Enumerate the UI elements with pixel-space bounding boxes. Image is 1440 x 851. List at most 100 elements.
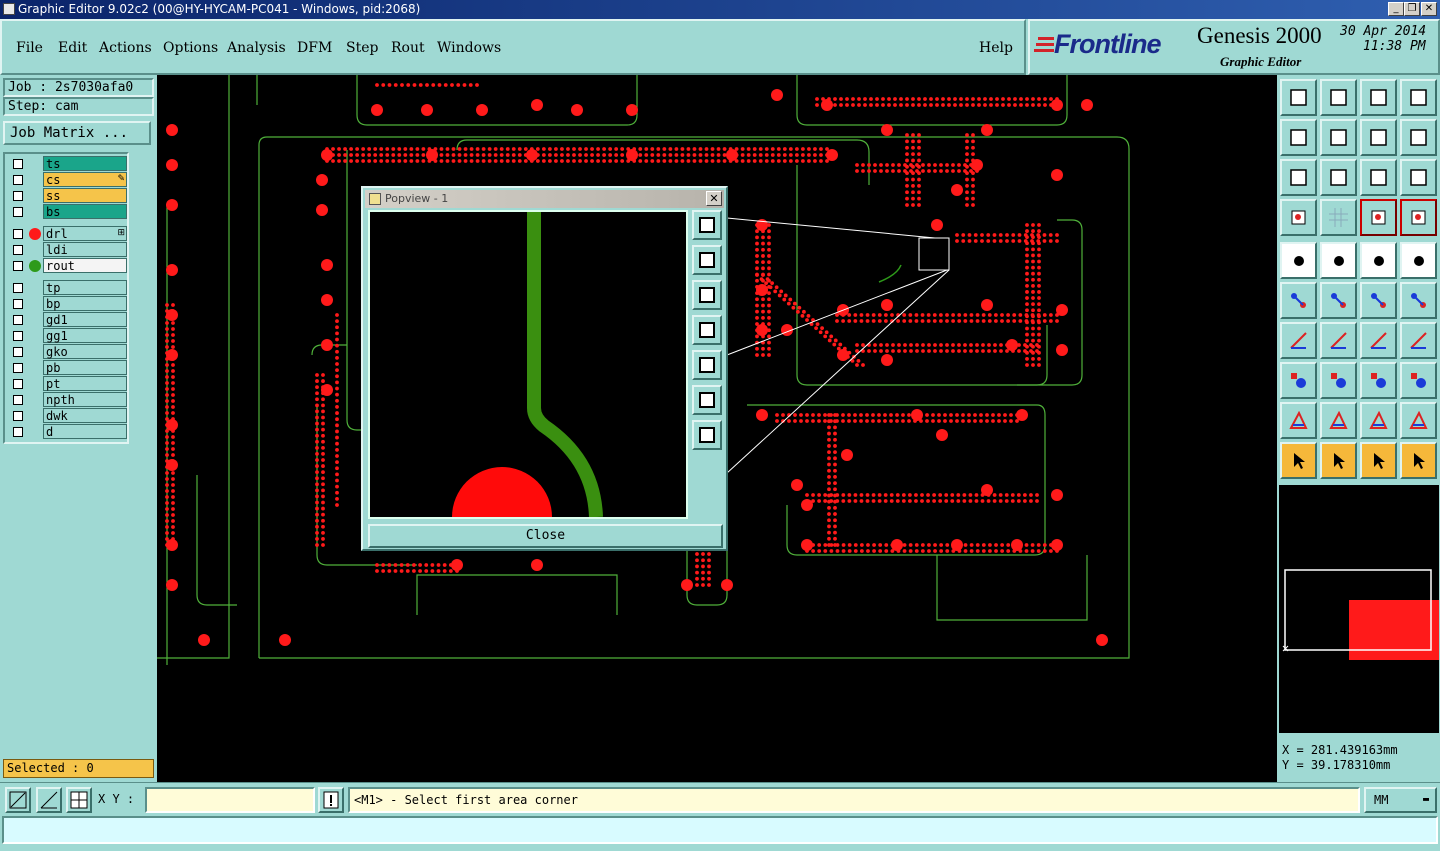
delete-tool-button[interactable] bbox=[1320, 282, 1357, 319]
alert-button[interactable] bbox=[318, 787, 344, 813]
fill-tool-button[interactable] bbox=[1360, 362, 1397, 399]
layer-a-tool-button[interactable] bbox=[1360, 199, 1397, 236]
layer-checkbox[interactable] bbox=[13, 159, 23, 169]
layer-b-tool-button[interactable] bbox=[1400, 199, 1437, 236]
layer-name[interactable]: cs bbox=[43, 172, 127, 187]
layer-name[interactable]: dwk bbox=[43, 408, 127, 423]
menu-rout[interactable]: Rout bbox=[391, 40, 425, 56]
layer-name[interactable]: drl bbox=[43, 226, 127, 241]
center-tool-button[interactable] bbox=[1320, 159, 1357, 196]
menu-help[interactable]: Help bbox=[979, 40, 1013, 56]
pop-zoom-home-button[interactable] bbox=[692, 210, 722, 240]
triangle-b-tool-button[interactable] bbox=[1320, 402, 1357, 439]
layer-name[interactable]: bp bbox=[43, 296, 127, 311]
snap-mode-button[interactable] bbox=[5, 787, 31, 813]
zoom-up-tool-button[interactable] bbox=[1320, 79, 1357, 116]
angle-tool-button[interactable] bbox=[1280, 322, 1317, 359]
ruler-tool-button[interactable] bbox=[1360, 242, 1397, 279]
ratio-tool-button[interactable] bbox=[1360, 159, 1397, 196]
layer-checkbox[interactable] bbox=[13, 347, 23, 357]
layer-row-bp[interactable]: bp bbox=[7, 296, 127, 312]
menu-step[interactable]: Step bbox=[346, 40, 378, 56]
menu-edit[interactable]: Edit bbox=[58, 40, 87, 56]
layer-name[interactable]: gko bbox=[43, 344, 127, 359]
popview-close-button[interactable]: Close bbox=[368, 524, 723, 548]
job-matrix-button[interactable]: Job Matrix ... bbox=[3, 121, 151, 145]
layer-checkbox[interactable] bbox=[13, 175, 23, 185]
snap-tool-button[interactable] bbox=[1280, 242, 1317, 279]
measure-mode-button[interactable] bbox=[36, 787, 62, 813]
layer-checkbox[interactable] bbox=[13, 229, 23, 239]
measure-tool-button[interactable] bbox=[1280, 199, 1317, 236]
xy-input[interactable] bbox=[145, 787, 315, 813]
layer-checkbox[interactable] bbox=[13, 207, 23, 217]
layer-row-ts[interactable]: ts bbox=[7, 156, 127, 172]
layer-row-dwk[interactable]: dwk bbox=[7, 408, 127, 424]
layer-name[interactable]: rout bbox=[43, 258, 127, 273]
layer-row-ldi[interactable]: ldi bbox=[7, 242, 127, 258]
graphic-canvas[interactable]: Popview - 1 ✕ Close bbox=[157, 75, 1277, 782]
pop-pan-right-button[interactable] bbox=[692, 350, 722, 380]
split-tool-button[interactable] bbox=[1320, 362, 1357, 399]
popview-canvas[interactable] bbox=[368, 210, 688, 519]
zoom-house-tool-button[interactable] bbox=[1360, 79, 1397, 116]
overview-map[interactable] bbox=[1279, 485, 1439, 733]
layer-checkbox[interactable] bbox=[13, 411, 23, 421]
layer-row-npth[interactable]: npth bbox=[7, 392, 127, 408]
cluster-tool-button[interactable] bbox=[1400, 362, 1437, 399]
layer-name[interactable]: pt bbox=[43, 376, 127, 391]
menu-options[interactable]: Options bbox=[163, 40, 218, 56]
layer-row-tp[interactable]: tp bbox=[7, 280, 127, 296]
circle-pad-tool-button[interactable] bbox=[1400, 242, 1437, 279]
menu-actions[interactable]: Actions bbox=[99, 40, 152, 56]
layer-row-bs[interactable]: bs bbox=[7, 204, 127, 220]
select-tool-button[interactable] bbox=[1280, 442, 1317, 479]
connect-tool-button[interactable] bbox=[1280, 282, 1317, 319]
pan-right-tool-button[interactable] bbox=[1320, 119, 1357, 156]
layer-checkbox[interactable] bbox=[13, 245, 23, 255]
layer-row-pt[interactable]: pt bbox=[7, 376, 127, 392]
pop-pan-down-button[interactable] bbox=[692, 280, 722, 310]
layer-row-drl[interactable]: drl ⊞ bbox=[7, 226, 127, 242]
maximize-button[interactable]: ❐ bbox=[1404, 2, 1420, 16]
pop-pan-up-button[interactable] bbox=[692, 245, 722, 275]
fit-all-tool-button[interactable] bbox=[1280, 159, 1317, 196]
layer-checkbox[interactable] bbox=[13, 283, 23, 293]
pop-zoom-in-button[interactable] bbox=[692, 385, 722, 415]
layer-name[interactable]: ss bbox=[43, 188, 127, 203]
arc-tool-button[interactable] bbox=[1360, 322, 1397, 359]
layer-name[interactable]: npth bbox=[43, 392, 127, 407]
add-pad-tool-button[interactable] bbox=[1280, 362, 1317, 399]
move-pad-tool-button[interactable] bbox=[1360, 282, 1397, 319]
grid-tool-button[interactable] bbox=[1320, 199, 1357, 236]
layer-name[interactable]: tp bbox=[43, 280, 127, 295]
minimize-button[interactable]: _ bbox=[1388, 2, 1404, 16]
triangle-tool-button[interactable] bbox=[1280, 402, 1317, 439]
layer-checkbox[interactable] bbox=[13, 395, 23, 405]
swap-tool-button[interactable] bbox=[1400, 119, 1437, 156]
select-box-tool-button[interactable] bbox=[1320, 442, 1357, 479]
layer-row-gko[interactable]: gko bbox=[7, 344, 127, 360]
pop-pan-left-button[interactable] bbox=[692, 315, 722, 345]
layer-row-gg1[interactable]: gg1 bbox=[7, 328, 127, 344]
layer-row-d[interactable]: d bbox=[7, 424, 127, 440]
close-window-button[interactable]: ✕ bbox=[1421, 2, 1437, 16]
layer-name[interactable]: gd1 bbox=[43, 312, 127, 327]
help-tool-button[interactable] bbox=[1400, 159, 1437, 196]
layer-checkbox[interactable] bbox=[13, 191, 23, 201]
line-tool-button[interactable] bbox=[1320, 322, 1357, 359]
layer-name[interactable]: ts bbox=[43, 156, 127, 171]
layer-name[interactable]: d bbox=[43, 424, 127, 439]
layer-checkbox[interactable] bbox=[13, 331, 23, 341]
menu-dfm[interactable]: DFM bbox=[297, 40, 332, 56]
triangle-d-tool-button[interactable] bbox=[1400, 402, 1437, 439]
select-circle-tool-button[interactable] bbox=[1360, 442, 1397, 479]
triangle-c-tool-button[interactable] bbox=[1360, 402, 1397, 439]
popview-close-icon[interactable]: ✕ bbox=[706, 191, 722, 206]
edit-shape-tool-button[interactable] bbox=[1320, 242, 1357, 279]
layer-name[interactable]: bs bbox=[43, 204, 127, 219]
zoom-home-tool-button[interactable] bbox=[1280, 79, 1317, 116]
popview-title-bar[interactable]: Popview - 1 ✕ bbox=[365, 190, 724, 208]
layer-name[interactable]: gg1 bbox=[43, 328, 127, 343]
layer-row-cs[interactable]: cs ✎ bbox=[7, 172, 127, 188]
